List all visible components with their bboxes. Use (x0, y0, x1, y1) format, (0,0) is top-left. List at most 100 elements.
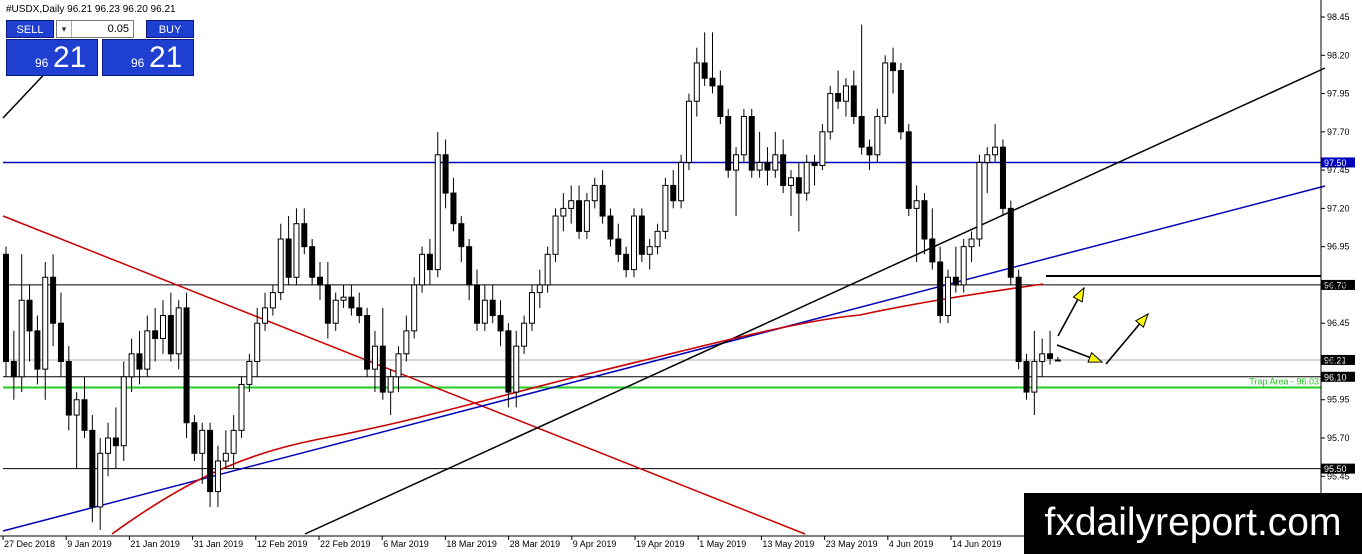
x-tick-label-6: 6 Mar 2019 (383, 539, 429, 549)
y-tick-label-11: 95.70 (1327, 433, 1350, 443)
candle-body-20 (160, 315, 166, 340)
candle-body-114 (897, 70, 904, 133)
candle-body-9 (73, 399, 80, 416)
candle-body-86 (678, 161, 685, 202)
candle-body-54 (426, 253, 433, 271)
candle-body-33 (262, 307, 269, 324)
candle-body-29 (230, 429, 237, 454)
candle-body-59 (466, 246, 473, 286)
candle-body-48 (379, 345, 386, 393)
candle-body-80 (631, 215, 637, 271)
candle-body-57 (450, 192, 457, 225)
y-tick-label-7: 96.70 (1327, 280, 1350, 290)
x-tick-label-12: 13 May 2019 (762, 539, 814, 549)
candle-body-45 (356, 307, 363, 317)
candle-body-77 (607, 215, 614, 240)
candle-body-112 (882, 62, 889, 118)
candle-body-62 (489, 299, 496, 317)
up-arrow-left (1057, 286, 1085, 337)
candle-body-63 (497, 315, 504, 332)
candle-body-132 (1039, 353, 1046, 362)
candle-body-19 (152, 330, 159, 340)
candle-body-107 (842, 85, 849, 102)
x-tick-label-7: 18 Mar 2019 (446, 539, 497, 549)
candle-body-103 (811, 161, 818, 167)
candle-body-119 (937, 261, 944, 317)
candle-body-83 (654, 230, 661, 248)
candle-body-17 (136, 353, 143, 370)
y-tick-label-10: 95.95 (1327, 395, 1350, 405)
lot-decrease-icon[interactable]: ▾ (57, 21, 72, 37)
candle-body-122 (960, 246, 967, 286)
candle-body-89 (701, 62, 708, 79)
sell-price-pips: 21 (53, 41, 87, 74)
candle-body-98 (772, 154, 779, 171)
candle-body-67 (528, 292, 535, 324)
candle-body-15 (120, 376, 127, 447)
candle-body-66 (521, 322, 528, 347)
candle-body-52 (411, 284, 418, 332)
candle-body-44 (348, 296, 355, 309)
candle-body-123 (968, 238, 975, 248)
candle-body-25 (199, 429, 206, 454)
candle-body-100 (788, 177, 794, 186)
candle-body-58 (458, 223, 465, 248)
candle-body-109 (858, 116, 865, 148)
candle-body-94 (740, 116, 747, 156)
sell-button[interactable]: SELL (6, 20, 54, 38)
candle-body-12 (97, 452, 104, 508)
candle-body-26 (207, 429, 214, 493)
buy-button[interactable]: BUY (146, 20, 194, 38)
candle-body-60 (474, 284, 480, 324)
candle-body-133 (1047, 353, 1054, 359)
candle-body-10 (81, 399, 88, 431)
candle-body-121 (952, 276, 959, 286)
rising-black-trendline (304, 67, 1326, 535)
candle-body-111 (874, 116, 881, 156)
candle-body-134 (1054, 359, 1061, 362)
lot-size-field[interactable]: ▾ 0.05 (56, 20, 134, 38)
candle-body-22 (175, 307, 182, 355)
candle-body-73 (576, 200, 583, 232)
buy-quote[interactable]: 96 21 (102, 39, 194, 76)
candle-body-13 (105, 437, 112, 454)
x-tick-label-11: 1 May 2019 (699, 539, 746, 549)
candle-body-69 (544, 253, 551, 286)
x-tick-label-4: 12 Feb 2019 (257, 539, 308, 549)
y-tick-label-3: 97.70 (1327, 127, 1350, 137)
price-chart[interactable]: 97.5096.7096.2196.10Trap Area - 96.0395.… (0, 0, 1362, 554)
candle-body-11 (89, 429, 96, 508)
candle-body-116 (913, 200, 920, 209)
candle-body-91 (717, 85, 724, 118)
down-arrow-middle-head (1087, 351, 1104, 363)
candle-body-104 (819, 131, 826, 167)
symbol-header: #USDX,Daily 96.21 96.23 96.20 96.21 (6, 4, 176, 15)
candle-body-108 (850, 85, 857, 118)
y-tick-label-9: 96.20 (1327, 356, 1350, 366)
candle-body-64 (505, 330, 512, 393)
x-tick-label-13: 23 May 2019 (826, 539, 878, 549)
candle-body-47 (371, 345, 378, 370)
candle-body-14 (112, 437, 119, 447)
candle-body-50 (395, 353, 402, 378)
candle-body-124 (976, 161, 983, 240)
candle-body-102 (803, 161, 810, 194)
one-click-trading-panel: SELL ▾ 0.05 BUY 96 21 96 21 (6, 20, 194, 76)
candle-body-68 (536, 284, 543, 294)
candle-body-6 (50, 276, 57, 324)
candle-body-118 (929, 238, 936, 263)
candle-body-127 (999, 146, 1006, 209)
candle-body-35 (277, 238, 284, 294)
candle-body-93 (733, 154, 740, 171)
y-tick-label-12: 95.45 (1327, 471, 1350, 481)
lot-value: 0.05 (107, 23, 129, 35)
y-tick-label-5: 97.20 (1327, 203, 1350, 213)
candle-body-18 (144, 330, 151, 370)
y-tick-label-0: 98.45 (1327, 12, 1350, 22)
candle-body-16 (128, 353, 135, 378)
x-tick-label-14: 4 Jun 2019 (889, 539, 934, 549)
y-tick-label-6: 96.95 (1327, 242, 1350, 252)
candle-body-115 (905, 131, 912, 209)
candle-body-51 (403, 330, 410, 355)
sell-quote[interactable]: 96 21 (6, 39, 98, 76)
